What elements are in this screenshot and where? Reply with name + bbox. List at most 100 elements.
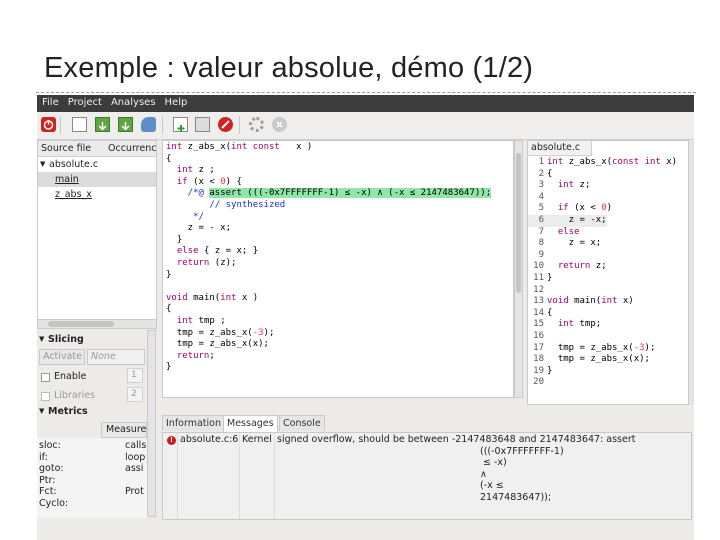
plugin-panel-vscroll[interactable]	[147, 330, 156, 517]
column-divider	[177, 433, 178, 519]
toolbar-separator	[162, 116, 163, 134]
source-line: 9	[538, 249, 544, 260]
slide-title: Exemple : valeur absolue, démo (1/2)	[44, 52, 534, 84]
measure-button[interactable]: Measure	[101, 422, 147, 438]
code-line: return (z);	[176, 257, 237, 268]
new-file-icon[interactable]	[72, 117, 87, 132]
source-view[interactable]: absolute.c 1 int z_abs_x(const int x) 2{3 …	[527, 140, 689, 405]
source-line: 13 void main(int x)	[533, 296, 634, 307]
code-line: }	[166, 362, 172, 373]
scroll-thumb[interactable]	[48, 321, 114, 327]
metric-value	[125, 475, 147, 487]
expand-triangle-icon[interactable]: ▼	[40, 157, 45, 172]
libraries-level-field[interactable]: 2	[127, 387, 143, 402]
menu-file[interactable]: File	[37, 95, 63, 108]
tree-item-main[interactable]: main	[38, 172, 156, 187]
frama-c-window: File Project Analyses Help Source file O…	[37, 95, 694, 540]
enable-label: Enable	[54, 371, 87, 382]
activate-button[interactable]: Activate	[39, 349, 85, 365]
menu-project[interactable]: Project	[63, 95, 106, 108]
source-line: 3 int z;	[538, 180, 591, 191]
load-icon[interactable]	[95, 117, 110, 132]
menu-help[interactable]: Help	[160, 95, 192, 108]
source-line: 18 tmp = z_abs_x(x);	[533, 354, 650, 365]
source-line: 4	[538, 191, 544, 202]
enable-checkbox[interactable]	[41, 373, 50, 382]
message-text-line: (-x ≤	[480, 480, 504, 491]
menu-analyses[interactable]: Analyses	[106, 95, 160, 108]
code-line: tmp = z_abs_x(x);	[166, 339, 269, 350]
tree-item-z-abs-x[interactable]: z_abs_x	[38, 187, 156, 202]
source-line: 5 if (x < 0)	[538, 203, 613, 214]
enable-level-field[interactable]: 1	[127, 368, 143, 383]
collapse-triangle-icon[interactable]: ▼	[39, 335, 44, 343]
source-line: 8 z = x;	[538, 238, 602, 249]
column-divider	[274, 433, 275, 519]
browse-icon[interactable]	[141, 117, 156, 132]
metrics-header[interactable]: Metrics	[48, 406, 88, 417]
source-line: 17 tmp = z_abs_x(-3);	[533, 342, 656, 353]
scroll-thumb[interactable]	[516, 153, 521, 293]
code-line: /*@ assert (((-0x7FFFFFFF-1) ≤ -x) ∧ (-x…	[166, 188, 492, 199]
code-lines: int z_abs_x(int const x ){ int z ; if (x…	[166, 142, 492, 374]
source-line: 1 int z_abs_x(const int x)	[538, 157, 678, 167]
source-line: 6 z = -x;	[528, 215, 607, 227]
plugin-panel: ▼ Slicing Activate None Enable 1 Librari…	[37, 330, 147, 518]
tree-file-row[interactable]: ▼ absolute.c	[38, 157, 156, 172]
source-file-tab[interactable]: absolute.c	[528, 141, 592, 156]
source-line: 12	[533, 284, 544, 295]
message-text-line: 2147483647));	[480, 491, 552, 503]
file-tree-hscroll[interactable]	[37, 319, 157, 329]
source-line: 11}	[533, 273, 553, 283]
metric-label: Ptr:	[39, 474, 56, 486]
collapse-triangle-icon[interactable]: ▼	[39, 407, 44, 415]
exit-icon[interactable]	[41, 117, 56, 132]
libraries-checkbox[interactable]	[41, 392, 50, 401]
tab-information[interactable]: Information	[162, 415, 225, 431]
save-icon[interactable]	[118, 117, 133, 132]
code-line: }	[166, 269, 172, 280]
code-line: if (x < 0) {	[176, 176, 242, 187]
metric-label: Fct:	[39, 486, 57, 498]
source-line: 7 else	[538, 226, 580, 237]
code-line: int tmp ;	[176, 315, 226, 326]
slicing-header[interactable]: Slicing	[48, 334, 84, 345]
source-vscroll[interactable]	[689, 140, 694, 405]
title-divider	[36, 92, 696, 93]
bottom-panel: Information Messages Console ! absolute.…	[162, 415, 692, 537]
message-text-line: ∧	[480, 468, 487, 480]
column-divider	[239, 433, 240, 519]
code-line: }	[166, 234, 183, 245]
error-icon: !	[167, 436, 176, 445]
code-line: {	[166, 304, 172, 315]
tab-console[interactable]: Console	[279, 415, 325, 431]
cancel-icon[interactable]	[272, 117, 287, 132]
gear-icon[interactable]	[249, 117, 264, 132]
toolbar-separator	[60, 116, 61, 134]
code-line: return;	[176, 350, 215, 361]
code-line: int z_abs_x(int const x )	[166, 142, 313, 152]
column-occurrences[interactable]: Occurrenc	[108, 143, 156, 154]
code-line: else { z = x; }	[176, 246, 259, 257]
duplicate-icon[interactable]	[195, 117, 210, 132]
code-vscroll[interactable]	[514, 140, 523, 398]
metric-value: calls	[125, 440, 147, 451]
messages-table: ! absolute.c:6 Kernel signed overflow, s…	[162, 432, 692, 520]
message-row[interactable]: ! absolute.c:6 Kernel signed overflow, s…	[163, 433, 691, 519]
column-source-file[interactable]: Source file	[41, 143, 91, 154]
metric-value	[125, 498, 147, 510]
code-line: tmp = z_abs_x(-3);	[166, 327, 275, 338]
code-line: {	[166, 153, 172, 164]
source-line: 19}	[533, 365, 553, 376]
message-text-line: ≤ -x)	[480, 457, 507, 468]
metric-value: assi	[125, 463, 144, 475]
stop-icon[interactable]	[218, 117, 233, 132]
add-file-icon[interactable]	[173, 117, 188, 132]
toolbar	[37, 112, 694, 140]
tab-messages[interactable]: Messages	[223, 415, 278, 432]
code-line: */	[166, 211, 204, 222]
tree-item-label: main	[55, 174, 79, 185]
normalized-code-view[interactable]: int z_abs_x(int const x ){ int z ; if (x…	[162, 140, 514, 398]
slicing-select[interactable]: None	[87, 349, 145, 365]
